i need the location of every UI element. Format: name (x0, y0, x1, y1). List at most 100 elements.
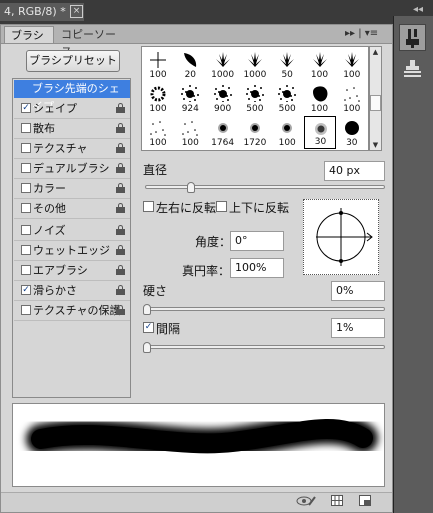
spacing-field[interactable]: 1% (331, 318, 385, 338)
brush-tip-cell[interactable]: 1764 (207, 116, 239, 149)
brush-option-checkbox[interactable] (21, 123, 31, 133)
brush-panel-dock-button[interactable] (399, 24, 426, 51)
brush-option-checkbox[interactable] (21, 203, 31, 213)
brush-tip-size: 100 (149, 104, 167, 114)
scroll-down-icon[interactable]: ▼ (370, 140, 381, 150)
brush-option-checkbox[interactable] (21, 183, 31, 193)
brush-tip-size: 1764 (211, 138, 235, 148)
lock-icon[interactable] (116, 285, 125, 296)
toggle-live-tip-icon[interactable] (296, 494, 316, 508)
grid-view-icon[interactable] (331, 495, 343, 506)
brush-option-label: 滑らかさ (33, 284, 77, 297)
grass-tip-icon (344, 52, 359, 67)
lock-icon[interactable] (116, 103, 125, 114)
diameter-field[interactable]: 40 px (324, 161, 385, 181)
brush-tip-cell[interactable]: 30 (303, 116, 336, 149)
lock-icon[interactable] (116, 143, 125, 154)
brush-option-item[interactable]: テクスチャの保護 (14, 301, 130, 321)
brush-tip-cell[interactable]: 100 (304, 48, 336, 81)
lock-icon[interactable] (116, 265, 125, 276)
leaf-tip-icon (184, 53, 197, 67)
new-brush-icon[interactable] (359, 495, 371, 506)
flip-x-checkbox[interactable] (143, 201, 154, 212)
roundness-field[interactable]: 100% (230, 258, 284, 278)
hardness-slider[interactable] (143, 307, 385, 311)
lock-icon[interactable] (116, 163, 125, 174)
brush-option-item[interactable]: テクスチャ (14, 139, 130, 159)
brush-option-item[interactable]: ✓ 滑らかさ (14, 281, 130, 301)
brush-tip-cell[interactable]: 100 (304, 82, 336, 115)
splatter-tip-icon (245, 85, 264, 102)
brush-tip-cell[interactable]: 924 (174, 82, 206, 115)
brush-option-checkbox[interactable]: ✓ (21, 285, 31, 295)
brush-tip-cell[interactable]: 100 (336, 82, 368, 115)
flip-y-checkbox[interactable] (216, 201, 227, 212)
brush-tip-cell[interactable]: 500 (239, 82, 271, 115)
brush-tip-cell[interactable]: 100 (336, 48, 368, 81)
brush-option-item[interactable]: カラー (14, 179, 130, 199)
diameter-slider-thumb[interactable] (186, 182, 195, 193)
brush-tip-cell[interactable]: 900 (207, 82, 239, 115)
document-close-icon[interactable]: × (70, 5, 83, 18)
spacing-checkbox[interactable]: ✓ (143, 322, 154, 333)
brush-option-checkbox[interactable] (21, 265, 31, 275)
brush-tip-cell[interactable]: 20 (174, 48, 206, 81)
brush-presets-button[interactable]: ブラシプリセット (26, 50, 120, 72)
lock-icon[interactable] (116, 245, 125, 256)
brush-tip-size: 1720 (243, 138, 267, 148)
panel-menu-icon[interactable]: ▸▸ | ▾≡ (345, 26, 391, 42)
flip-y-label: 上下に反転 (229, 201, 290, 215)
brush-option-item[interactable]: エアブラシ (14, 261, 130, 281)
brush-option-checkbox[interactable] (21, 143, 31, 153)
brush-option-item[interactable]: ノイズ (14, 221, 130, 241)
brush-tip-cell[interactable]: 100 (142, 48, 174, 81)
brush-tip-cell[interactable]: 100 (142, 116, 174, 149)
lock-icon[interactable] (116, 225, 125, 236)
brush-tip-cell[interactable]: 100 (142, 82, 174, 115)
angle-roundness-widget[interactable] (303, 199, 379, 275)
brush-option-checkbox[interactable] (21, 225, 31, 235)
brush-tip-cell[interactable]: 30 (336, 116, 368, 149)
brush-tip-shape-item[interactable]: ブラシ先端のシェイプ (14, 80, 130, 113)
tab-clone-source[interactable]: コピーソース (55, 26, 131, 58)
brush-option-checkbox[interactable]: ✓ (21, 103, 31, 113)
hardness-field[interactable]: 0% (331, 281, 385, 301)
brush-tip-size: 30 (314, 137, 327, 147)
brush-tip-cell[interactable]: 50 (271, 48, 303, 81)
brush-option-item[interactable]: ウェットエッジ (14, 241, 130, 261)
brush-tip-cell[interactable]: 1000 (207, 48, 239, 81)
brush-option-item[interactable]: その他 (14, 199, 130, 219)
brush-tip-cell[interactable]: 1720 (239, 116, 271, 149)
clone-source-dock-button[interactable] (399, 57, 426, 81)
brush-tip-size: 100 (149, 138, 167, 148)
grass-tip-icon (247, 52, 262, 67)
brush-tip-cell[interactable]: 100 (174, 116, 206, 149)
scrollbar-thumb[interactable] (370, 95, 381, 111)
brush-option-item[interactable]: デュアルブラシ (14, 159, 130, 179)
lock-icon[interactable] (116, 203, 125, 214)
brush-tip-cell[interactable]: 500 (271, 82, 303, 115)
lock-icon[interactable] (116, 183, 125, 194)
brush-tip-cell[interactable]: 100 (271, 116, 303, 149)
spacing-slider[interactable] (143, 345, 385, 349)
lock-icon[interactable] (116, 305, 125, 316)
lock-icon[interactable] (116, 123, 125, 134)
brush-tip-size: 900 (214, 104, 232, 114)
brush-option-checkbox[interactable] (21, 305, 31, 315)
right-dock (393, 16, 433, 513)
angle-field[interactable]: 0° (230, 231, 284, 251)
brush-tip-size: 100 (343, 104, 361, 114)
brush-option-label: テクスチャの保護 (33, 304, 121, 317)
collapse-panels-icon[interactable]: ◂◂ (405, 3, 431, 17)
brush-option-item[interactable]: 散布 (14, 119, 130, 139)
scroll-up-icon[interactable]: ▲ (370, 47, 381, 57)
hardness-slider-thumb[interactable] (143, 304, 151, 315)
brush-tip-size: 500 (246, 104, 264, 114)
spacing-slider-thumb[interactable] (143, 342, 151, 353)
brush-option-checkbox[interactable] (21, 163, 31, 173)
brush-tip-cell[interactable]: 1000 (239, 48, 271, 81)
diameter-slider[interactable] (145, 185, 385, 189)
tab-brush[interactable]: ブラシ (4, 26, 54, 43)
brush-option-checkbox[interactable] (21, 245, 31, 255)
brush-option-item[interactable]: ✓ シェイプ (14, 99, 130, 119)
